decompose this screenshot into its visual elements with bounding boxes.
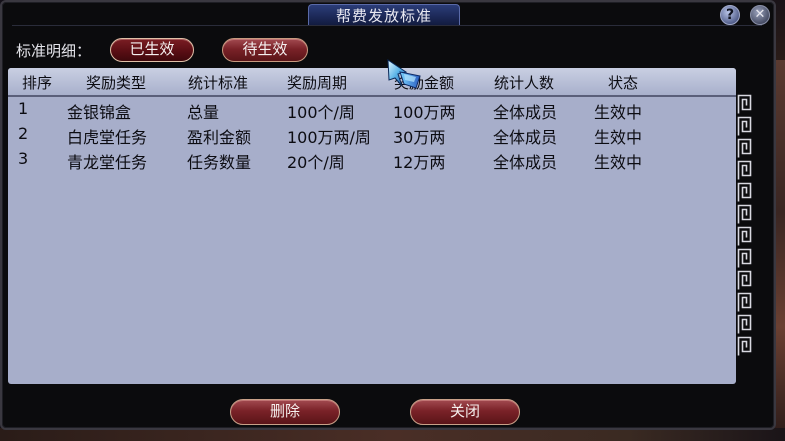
table-row[interactable]: 3 青龙堂任务 任务数量 20个/周 12万两 全体成员 生效中: [8, 147, 736, 173]
cell-reward-amount: 12万两: [393, 153, 446, 172]
cell-reward-period: 100个/周: [287, 103, 355, 122]
tab-active-standards[interactable]: 已生效: [110, 38, 194, 62]
meander-segment: [737, 182, 752, 203]
cell-reward-type: 白虎堂任务: [67, 128, 148, 147]
cell-member-scope: 全体成员: [493, 128, 558, 147]
meander-segment: [737, 270, 752, 291]
header-reward-type[interactable]: 奖励类型: [86, 72, 146, 93]
cell-member-scope: 全体成员: [493, 103, 558, 122]
meander-segment: [737, 292, 752, 313]
cell-stat-standard: 任务数量: [187, 153, 252, 172]
cell-status: 生效中: [594, 103, 643, 122]
meander-segment: [737, 138, 752, 159]
meander-segment: [737, 226, 752, 247]
header-order[interactable]: 排序: [22, 72, 52, 93]
header-reward-period[interactable]: 奖励周期: [287, 72, 347, 93]
table-header: 排序 奖励类型 统计标准 奖励周期 奖励金额 统计人数 状态: [8, 68, 736, 97]
cell-order: 2: [18, 124, 29, 143]
game-cursor-icon: [387, 59, 421, 89]
cell-reward-amount: 30万两: [393, 128, 446, 147]
title-divider: [12, 25, 762, 26]
meander-border-icon: [736, 94, 754, 362]
meander-segment: [737, 248, 752, 269]
meander-segment: [737, 160, 752, 181]
header-member-scope[interactable]: 统计人数: [494, 72, 554, 93]
game-scene: 帮费发放标准 ? ✕ 标准明细： 已生效 待生效 排序 奖励类型 统计标准 奖励…: [0, 0, 785, 441]
cell-stat-standard: 总量: [187, 103, 220, 122]
cell-reward-period: 100万两/周: [287, 128, 371, 147]
cell-order: 1: [18, 99, 29, 118]
close-icon[interactable]: ✕: [750, 5, 770, 25]
table-row[interactable]: 1 金银锦盒 总量 100个/周 100万两 全体成员 生效中: [8, 97, 736, 123]
close-button[interactable]: 关闭: [410, 399, 520, 425]
cell-member-scope: 全体成员: [493, 153, 558, 172]
meander-segment: [737, 314, 752, 335]
cell-order: 3: [18, 149, 29, 168]
cell-reward-period: 20个/周: [287, 153, 345, 172]
cell-reward-amount: 100万两: [393, 103, 456, 122]
meander-segment: [737, 94, 752, 115]
header-stat-standard[interactable]: 统计标准: [188, 72, 248, 93]
cell-reward-type: 青龙堂任务: [67, 153, 148, 172]
cell-status: 生效中: [594, 128, 643, 147]
cell-status: 生效中: [594, 153, 643, 172]
delete-button[interactable]: 删除: [230, 399, 340, 425]
cell-reward-type: 金银锦盒: [67, 103, 132, 122]
meander-segment: [737, 204, 752, 225]
table-row[interactable]: 2 白虎堂任务 盈利金额 100万两/周 30万两 全体成员 生效中: [8, 122, 736, 148]
standards-table: 排序 奖励类型 统计标准 奖励周期 奖励金额 统计人数 状态 1 金银锦盒 总量…: [8, 68, 736, 384]
window-title: 帮费发放标准: [308, 4, 460, 26]
cell-stat-standard: 盈利金额: [187, 128, 252, 147]
standard-detail-label: 标准明细：: [16, 42, 92, 60]
tab-pending-standards[interactable]: 待生效: [222, 38, 308, 62]
help-button[interactable]: ?: [720, 5, 740, 25]
meander-segment: [737, 336, 752, 357]
header-status[interactable]: 状态: [608, 72, 638, 93]
meander-segment: [737, 116, 752, 137]
